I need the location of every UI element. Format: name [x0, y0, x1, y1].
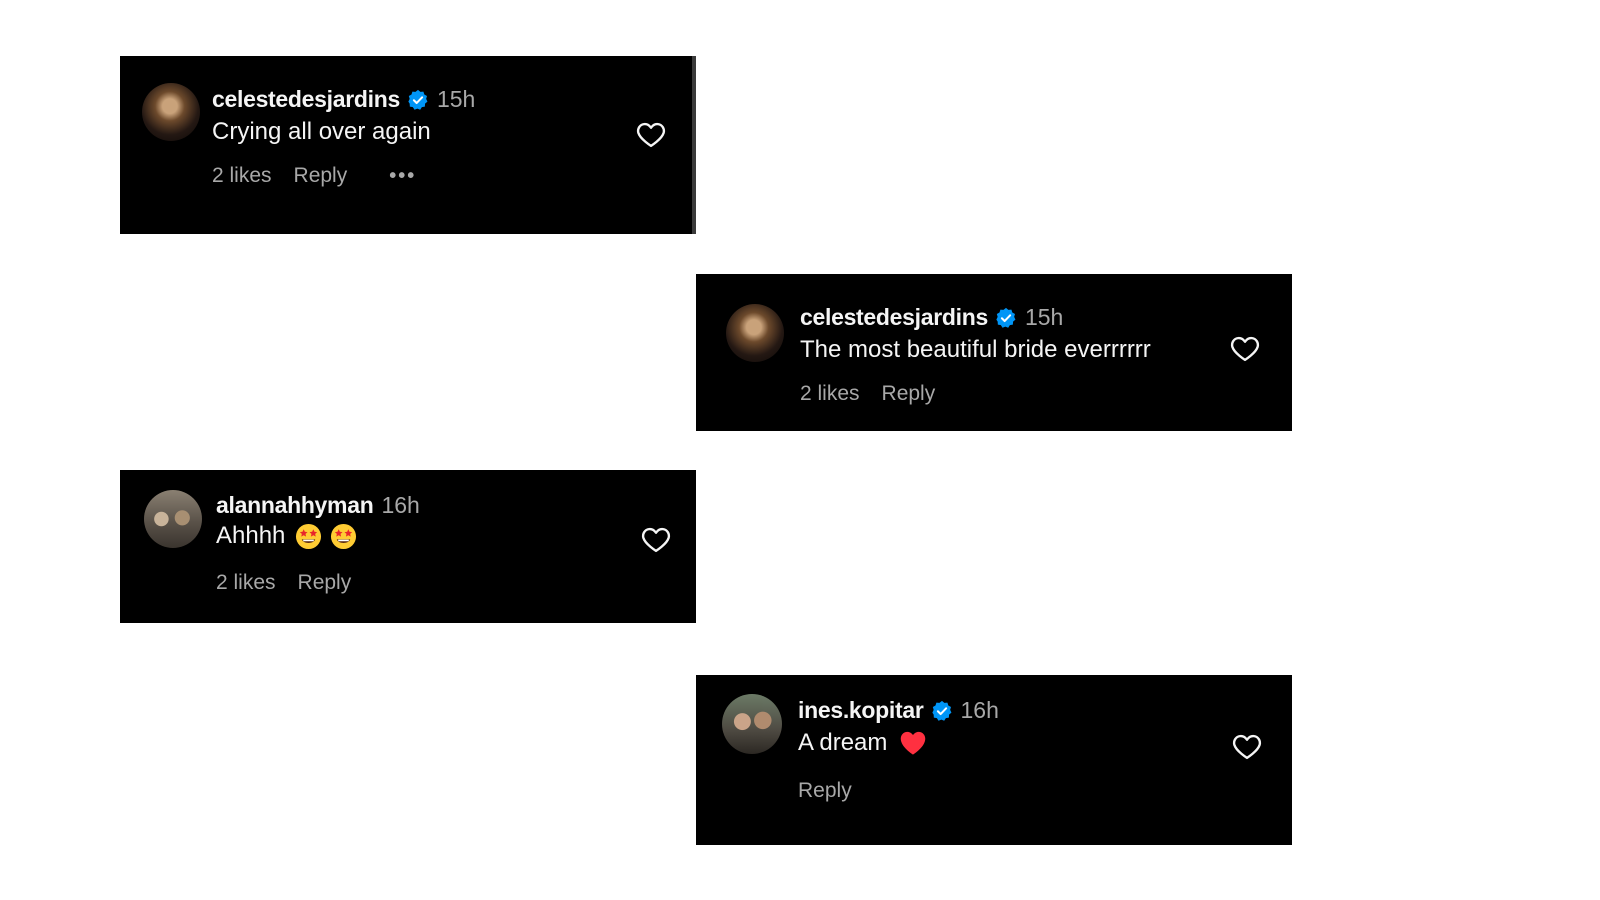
more-options-button[interactable]: ••• [389, 165, 416, 188]
timestamp: 15h [1024, 304, 1064, 330]
comment-text: A dream [798, 729, 927, 757]
likes-count[interactable]: 2 likes [212, 164, 272, 188]
like-heart-icon[interactable] [1232, 732, 1262, 760]
likes-count[interactable]: 2 likes [800, 382, 860, 406]
comment-actions: 2 likes Reply [216, 571, 351, 595]
verified-badge-icon [931, 700, 951, 721]
comment-card: celestedesjardins 15h Crying all over ag… [120, 56, 696, 234]
comment-text-content: Ahhhh [216, 522, 286, 549]
reply-button[interactable]: Reply [294, 164, 348, 188]
star-struck-emoji-icon [331, 523, 357, 549]
timestamp: 15h [436, 86, 476, 112]
comment-card: ines.kopitar 16h A dream Reply [696, 675, 1292, 845]
username[interactable]: celestedesjardins [212, 86, 400, 113]
verified-badge-icon [996, 307, 1016, 328]
likes-count[interactable]: 2 likes [216, 571, 276, 595]
avatar[interactable] [726, 304, 784, 362]
timestamp: 16h [381, 492, 420, 518]
reply-button[interactable]: Reply [298, 571, 352, 595]
comment-header: celestedesjardins 15h [212, 86, 475, 113]
comment-actions: Reply [798, 779, 852, 803]
timestamp: 16h [960, 697, 999, 723]
verified-badge-icon [408, 89, 428, 110]
comment-card: celestedesjardins 15h The most beautiful… [696, 274, 1292, 431]
avatar[interactable] [142, 83, 200, 141]
comment-card: alannahhyman 16h Ahhhh 2 likes Reply [120, 470, 696, 623]
comment-header: celestedesjardins 15h [800, 304, 1063, 331]
like-heart-icon[interactable] [641, 525, 671, 553]
reply-button[interactable]: Reply [882, 382, 936, 406]
red-heart-emoji-icon [901, 731, 926, 755]
comment-actions: 2 likes Reply [800, 382, 935, 406]
comment-header: alannahhyman 16h [216, 492, 420, 519]
comment-text: Crying all over again [212, 118, 431, 145]
comment-text: Ahhhh [216, 522, 357, 550]
reply-button[interactable]: Reply [798, 779, 852, 803]
comment-actions: 2 likes Reply ••• [212, 164, 416, 188]
username[interactable]: ines.kopitar [798, 697, 924, 724]
like-heart-icon[interactable] [1230, 334, 1260, 362]
username[interactable]: celestedesjardins [800, 304, 988, 331]
comment-text-content: A dream [798, 729, 888, 756]
username[interactable]: alannahhyman [216, 492, 374, 519]
star-struck-emoji-icon [296, 523, 322, 549]
comment-text: The most beautiful bride everrrrrr [800, 336, 1151, 363]
comment-header: ines.kopitar 16h [798, 697, 999, 724]
avatar[interactable] [144, 490, 202, 548]
avatar[interactable] [722, 694, 782, 754]
like-heart-icon[interactable] [636, 120, 666, 148]
